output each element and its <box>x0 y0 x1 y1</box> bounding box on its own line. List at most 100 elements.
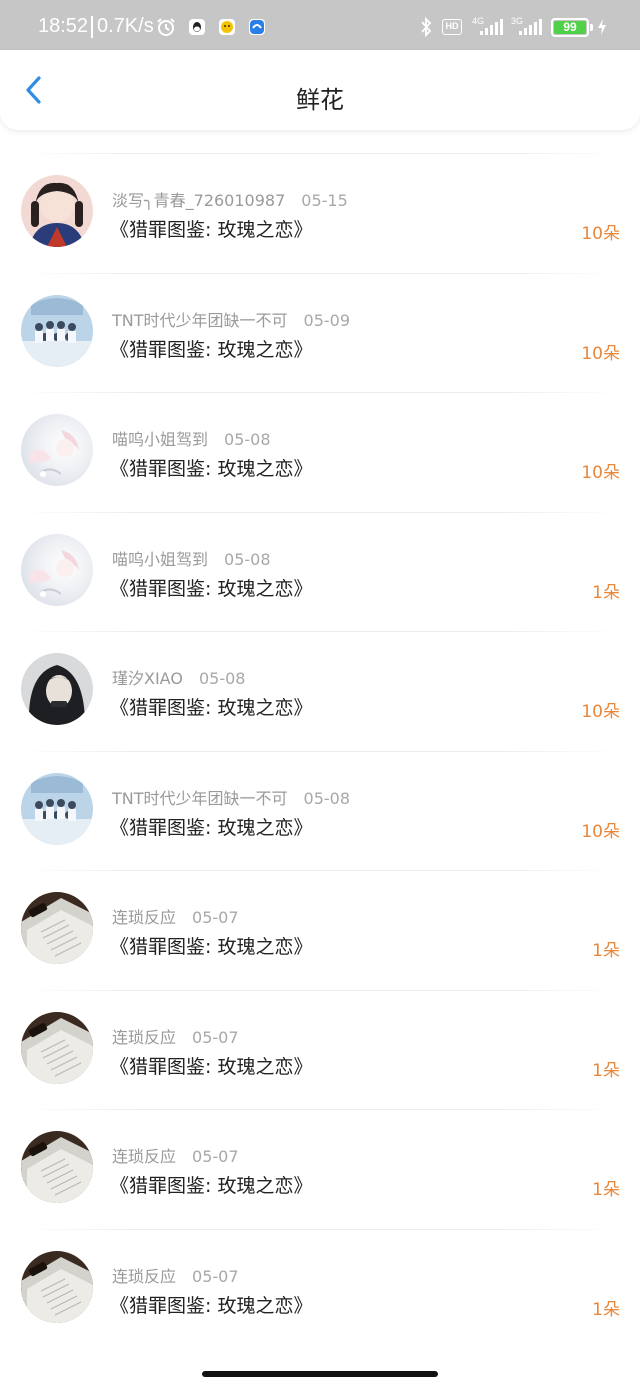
gift-date: 05-07 <box>192 1266 239 1286</box>
list-item[interactable]: TNT时代少年团缺一不可 05-08 《猎罪图鉴: 玫瑰之恋》 10朵 <box>0 750 640 871</box>
divider <box>20 750 620 752</box>
battery-level: 99 <box>554 21 586 34</box>
divider <box>20 631 620 632</box>
flower-count: 10朵 <box>581 343 620 364</box>
flower-count: 1朵 <box>592 1299 620 1320</box>
app-notification-icon <box>219 19 235 35</box>
sender-name[interactable]: 连琐反应 <box>112 1267 176 1286</box>
flower-count: 10朵 <box>581 702 620 722</box>
sender-name[interactable]: 淡写╮青春_726010987 <box>112 191 285 210</box>
sender-name[interactable]: 瑾汐XIAO <box>112 669 183 688</box>
alarm-icon <box>156 17 176 37</box>
gift-date: 05-08 <box>198 669 246 688</box>
gift-date: 05-08 <box>303 788 351 808</box>
avatar[interactable] <box>21 294 93 367</box>
divider <box>20 272 620 274</box>
list-item[interactable]: 连琐反应 05-07 《猎罪图鉴: 玫瑰之恋》 1朵 <box>0 989 640 1110</box>
list-item[interactable]: 瑾汐XIAO 05-08 《猎罪图鉴: 玫瑰之恋》 10朵 <box>0 631 640 751</box>
battery-icon: 99 <box>551 18 589 37</box>
flower-count: 1朵 <box>592 1060 620 1081</box>
hd-badge: HD <box>442 19 462 35</box>
gift-meta: 连琐反应 05-07 <box>112 1263 239 1287</box>
flower-gift-list: 淡写╮青春_726010987 05-15 《猎罪图鉴: 玫瑰之恋》 10朵 TNT时代… <box>0 153 640 1348</box>
gift-meta: 淡写╮青春_726010987 05-15 <box>112 187 348 211</box>
status-time: 18:52 <box>38 15 89 37</box>
gift-meta: TNT时代少年团缺一不可 05-09 <box>112 307 350 331</box>
book-title: 《猎罪图鉴: 玫瑰之恋》 <box>110 458 313 480</box>
flower-count: 1朵 <box>592 941 620 961</box>
qq-icon <box>189 19 205 35</box>
divider <box>20 392 620 393</box>
sender-name[interactable]: 连琐反应 <box>112 1147 176 1166</box>
gift-meta: 喵呜小姐驾到 05-08 <box>112 546 271 570</box>
divider <box>20 870 620 871</box>
signal-icon-2 <box>517 17 543 37</box>
avatar[interactable] <box>21 892 93 964</box>
book-title: 《猎罪图鉴: 玫瑰之恋》 <box>110 816 313 839</box>
flower-count: 10朵 <box>581 224 620 244</box>
sender-name[interactable]: 喵呜小姐驾到 <box>112 430 208 449</box>
divider <box>20 511 620 513</box>
flower-count: 10朵 <box>581 463 620 483</box>
gift-meta: 瑾汐XIAO 05-08 <box>112 665 245 689</box>
flower-count: 10朵 <box>581 821 620 842</box>
signal-icon-1 <box>478 17 504 37</box>
book-title: 《猎罪图鉴: 玫瑰之恋》 <box>110 1175 313 1197</box>
book-title: 《猎罪图鉴: 玫瑰之恋》 <box>110 577 313 600</box>
book-title: 《猎罪图鉴: 玫瑰之恋》 <box>110 219 313 241</box>
book-title: 《猎罪图鉴: 玫瑰之恋》 <box>110 1294 313 1317</box>
avatar[interactable] <box>21 772 93 845</box>
list-item[interactable]: 喵呜小姐驾到 05-08 《猎罪图鉴: 玫瑰之恋》 1朵 <box>0 511 640 632</box>
divider <box>20 989 620 991</box>
gift-date: 05-07 <box>192 1027 239 1047</box>
page-title: 鲜花 <box>296 86 344 114</box>
avatar[interactable] <box>21 653 93 725</box>
gift-meta: 连琐反应 05-07 <box>112 904 239 928</box>
list-item[interactable]: 连琐反应 05-07 《猎罪图鉴: 玫瑰之恋》 1朵 <box>0 870 640 990</box>
sender-name[interactable]: 连琐反应 <box>112 908 176 927</box>
status-net-speed: 0.7K/s <box>97 15 154 37</box>
bluetooth-icon <box>419 16 433 38</box>
list-item[interactable]: 喵呜小姐驾到 05-08 《猎罪图鉴: 玫瑰之恋》 10朵 <box>0 392 640 512</box>
gift-date: 05-15 <box>301 191 348 210</box>
divider <box>20 153 620 154</box>
avatar[interactable] <box>21 414 93 486</box>
book-title: 《猎罪图鉴: 玫瑰之恋》 <box>110 1055 313 1078</box>
sender-name[interactable]: 连琐反应 <box>112 1028 176 1047</box>
book-title: 《猎罪图鉴: 玫瑰之恋》 <box>110 936 313 958</box>
sender-name[interactable]: 喵呜小姐驾到 <box>112 550 208 569</box>
list-item[interactable]: 连琐反应 05-07 《猎罪图鉴: 玫瑰之恋》 1朵 <box>0 1228 640 1349</box>
gift-meta: 连琐反应 05-07 <box>112 1143 239 1167</box>
list-item[interactable]: 淡写╮青春_726010987 05-15 《猎罪图鉴: 玫瑰之恋》 10朵 <box>0 153 640 273</box>
gift-date: 05-08 <box>224 430 271 449</box>
home-indicator[interactable] <box>202 1371 438 1377</box>
avatar[interactable] <box>21 1011 93 1084</box>
battery-tip <box>590 24 593 31</box>
divider <box>20 1228 620 1230</box>
list-item[interactable]: TNT时代少年团缺一不可 05-09 《猎罪图鉴: 玫瑰之恋》 10朵 <box>0 272 640 393</box>
divider <box>20 1109 620 1110</box>
gift-meta: 连琐反应 05-07 <box>112 1024 239 1048</box>
list-item[interactable]: 连琐反应 05-07 《猎罪图鉴: 玫瑰之恋》 1朵 <box>0 1109 640 1229</box>
gift-meta: TNT时代少年团缺一不可 05-08 <box>112 785 350 809</box>
avatar[interactable] <box>21 175 93 247</box>
status-bar: 18:52 0.7K/s HD 4G 3G 99 <box>0 0 640 50</box>
gift-meta: 喵呜小姐驾到 05-08 <box>112 426 271 450</box>
book-title: 《猎罪图鉴: 玫瑰之恋》 <box>110 338 313 361</box>
book-title: 《猎罪图鉴: 玫瑰之恋》 <box>110 697 313 719</box>
flower-count: 1朵 <box>592 1180 620 1200</box>
header-bar: 鲜花 <box>0 50 640 130</box>
gift-date: 05-07 <box>192 908 239 927</box>
avatar[interactable] <box>21 533 93 606</box>
gift-date: 05-09 <box>303 310 351 330</box>
sender-name[interactable]: TNT时代少年团缺一不可 <box>112 789 288 808</box>
flower-count: 1朵 <box>592 582 620 603</box>
browser-icon <box>249 19 265 35</box>
gift-date: 05-08 <box>224 549 271 569</box>
charging-icon <box>596 17 608 37</box>
avatar[interactable] <box>21 1131 93 1203</box>
status-separator <box>91 16 93 38</box>
gift-date: 05-07 <box>192 1147 239 1166</box>
avatar[interactable] <box>21 1250 93 1323</box>
sender-name[interactable]: TNT时代少年团缺一不可 <box>112 311 288 330</box>
